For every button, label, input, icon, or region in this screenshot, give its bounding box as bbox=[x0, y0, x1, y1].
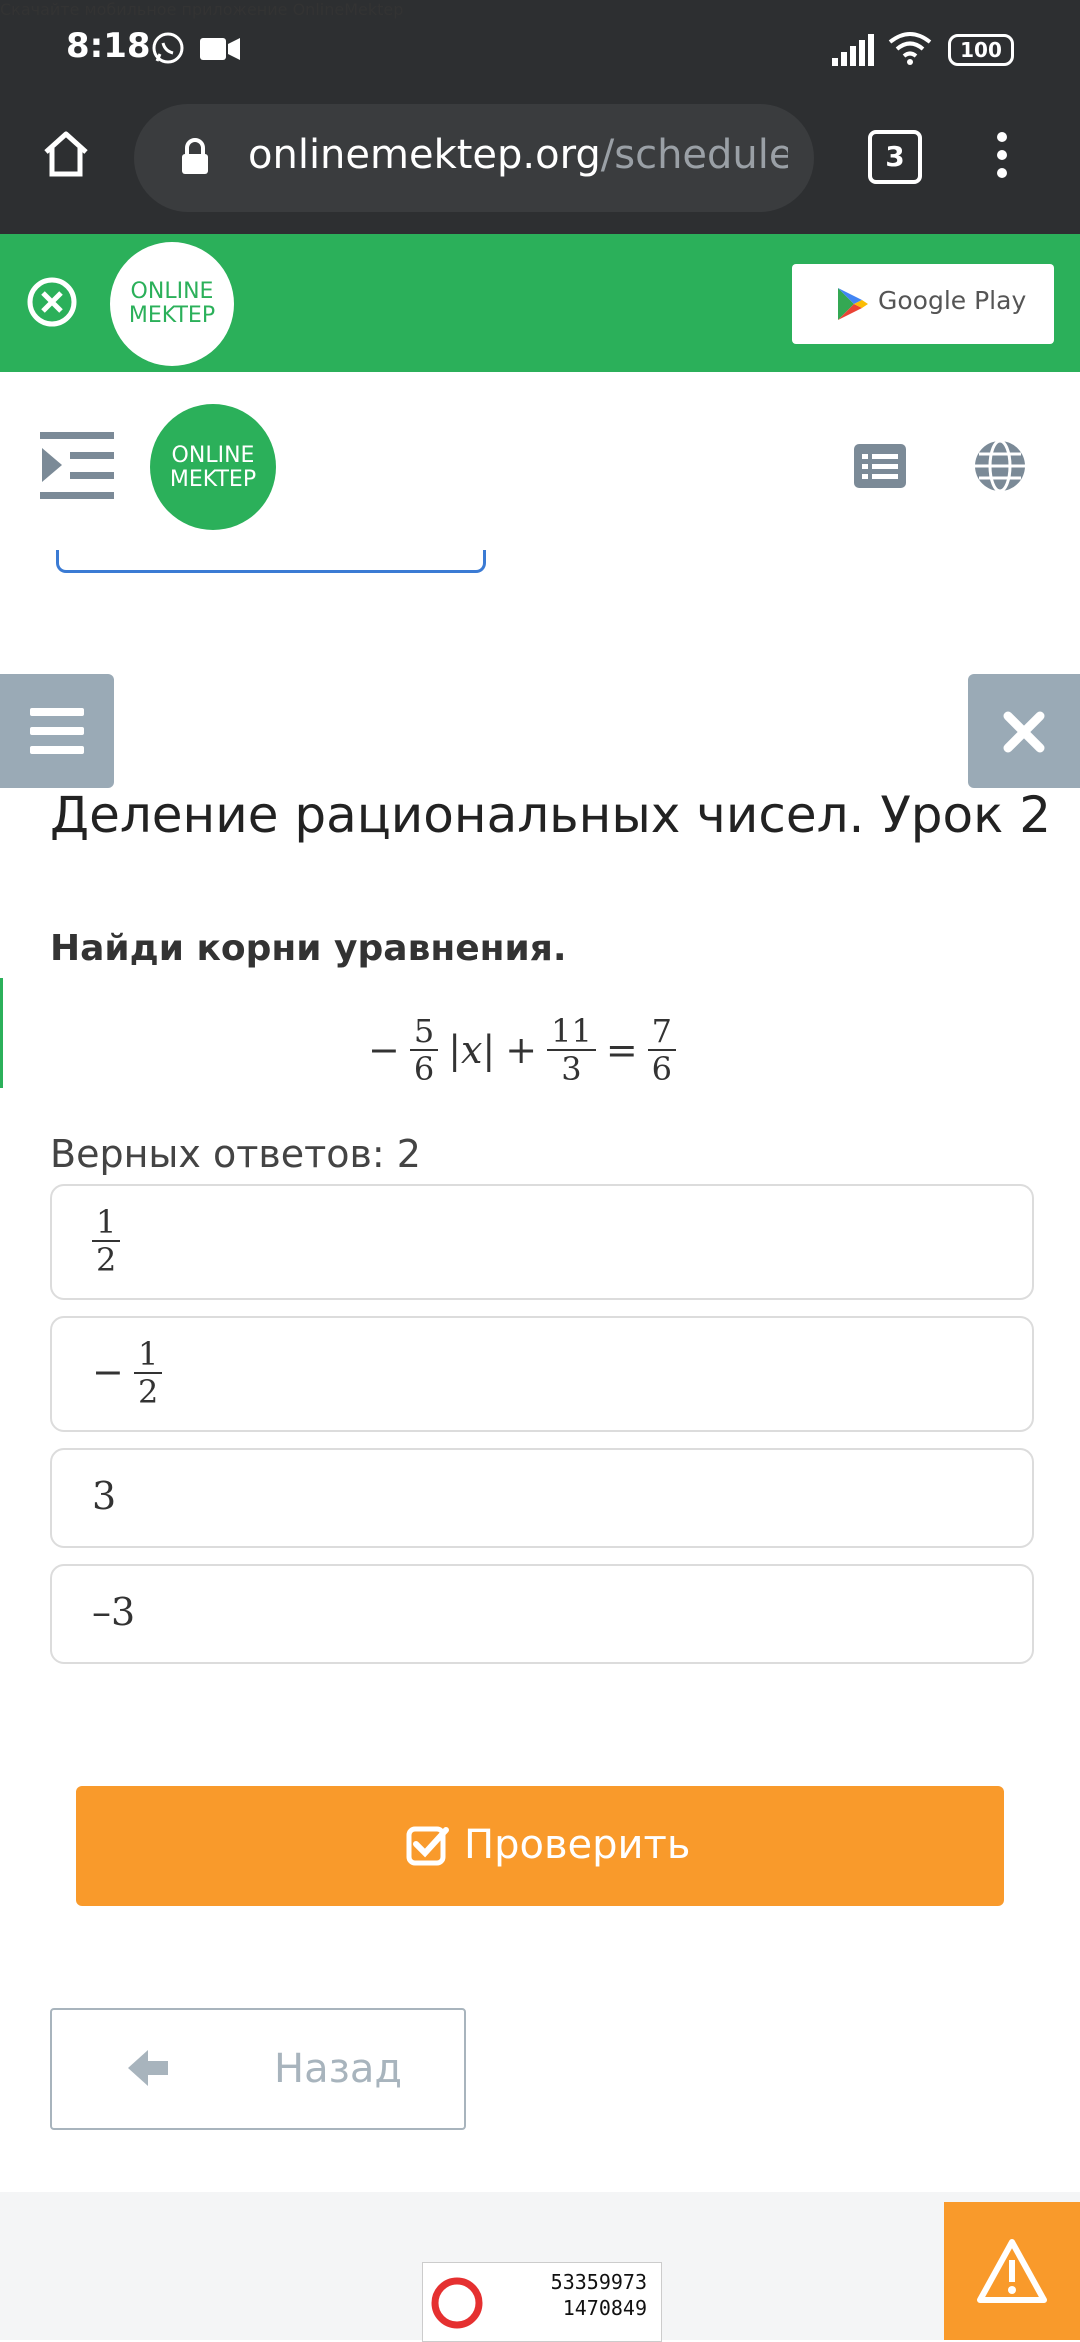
site-logo-line2: MEKTEP bbox=[169, 467, 257, 492]
lock-icon bbox=[182, 138, 208, 174]
google-play-label: Google Play bbox=[878, 286, 1027, 315]
eq-abs-x: |x| bbox=[448, 1028, 496, 1072]
arrow-left-icon bbox=[128, 2050, 168, 2086]
close-icon bbox=[1003, 711, 1045, 753]
google-play-icon bbox=[838, 288, 868, 320]
tab-switcher-button[interactable]: 3 bbox=[868, 130, 922, 184]
banner-logo-line2: MEKTEP bbox=[128, 303, 216, 328]
video-call-icon bbox=[200, 38, 240, 60]
partial-input-outline bbox=[56, 550, 486, 573]
correct-answers-count: Верных ответов: 2 bbox=[50, 1132, 421, 1176]
report-problem-button[interactable] bbox=[944, 2202, 1080, 2340]
site-logo[interactable]: ONLINE MEKTEP bbox=[150, 404, 276, 530]
banner-logo-line1: ONLINE bbox=[130, 279, 214, 304]
visitor-counter: 53359973 1470849 bbox=[422, 2262, 662, 2342]
globe-icon[interactable] bbox=[972, 438, 1028, 494]
menu-float-button[interactable] bbox=[0, 674, 114, 788]
check-button[interactable]: Проверить bbox=[76, 1786, 1004, 1906]
wifi-icon bbox=[888, 32, 932, 65]
list-icon[interactable] bbox=[854, 444, 906, 488]
option-sign: − bbox=[92, 1350, 124, 1394]
eq-fraction-1: 56 bbox=[409, 1013, 439, 1087]
eq-plus: + bbox=[505, 1028, 538, 1072]
whatsapp-icon bbox=[152, 32, 184, 64]
answer-option[interactable]: − 12 bbox=[50, 1316, 1034, 1432]
equation: − 56 |x| + 11 3 = 76 bbox=[368, 1010, 677, 1090]
sidebar-toggle-icon[interactable] bbox=[40, 432, 114, 500]
hamburger-icon bbox=[30, 708, 84, 754]
counter-line-2: 1470849 bbox=[562, 2296, 647, 2320]
banner-text: Скачайте мобильное приложение OnlineMekt… bbox=[0, 0, 404, 19]
eq-minus: − bbox=[368, 1028, 400, 1072]
battery-indicator: 100 bbox=[948, 34, 1014, 66]
close-banner-icon[interactable] bbox=[26, 276, 78, 328]
option-fraction: 12 bbox=[134, 1336, 163, 1410]
eq-fraction-3: 76 bbox=[647, 1013, 677, 1087]
site-logo-line1: ONLINE bbox=[171, 443, 255, 468]
question-text: Найди корни уравнения. bbox=[50, 928, 567, 969]
eq-fraction-2: 11 3 bbox=[547, 1013, 596, 1087]
option-value: –3 bbox=[92, 1590, 136, 1634]
checkbox-icon bbox=[406, 1826, 449, 1866]
banner-logo: ONLINE MEKTEP bbox=[110, 242, 234, 366]
eq-equals: = bbox=[605, 1028, 638, 1072]
counter-line-1: 53359973 bbox=[550, 2270, 647, 2294]
lesson-title: Деление рациональных чисел. Урок 2 bbox=[50, 786, 1052, 844]
answer-option[interactable]: 3 bbox=[50, 1448, 1034, 1548]
close-float-button[interactable] bbox=[968, 674, 1080, 788]
back-button-label: Назад bbox=[274, 2046, 403, 2092]
option-value: 3 bbox=[92, 1474, 117, 1518]
option-fraction: 12 bbox=[92, 1204, 121, 1278]
url-text[interactable]: onlinemektep.org/schedule/ bbox=[248, 132, 788, 178]
status-time: 8:18 bbox=[66, 26, 151, 66]
signal-icon bbox=[832, 34, 874, 66]
answer-option[interactable]: –3 bbox=[50, 1564, 1034, 1664]
back-button[interactable]: Назад bbox=[50, 2008, 466, 2130]
counter-logo-icon bbox=[431, 2277, 483, 2329]
check-button-label: Проверить bbox=[464, 1822, 691, 1868]
answer-option[interactable]: 12 bbox=[50, 1184, 1034, 1300]
more-menu-icon[interactable] bbox=[990, 130, 1014, 180]
warning-icon bbox=[977, 2239, 1047, 2303]
left-accent-line bbox=[0, 978, 3, 1088]
home-icon[interactable] bbox=[40, 128, 92, 180]
